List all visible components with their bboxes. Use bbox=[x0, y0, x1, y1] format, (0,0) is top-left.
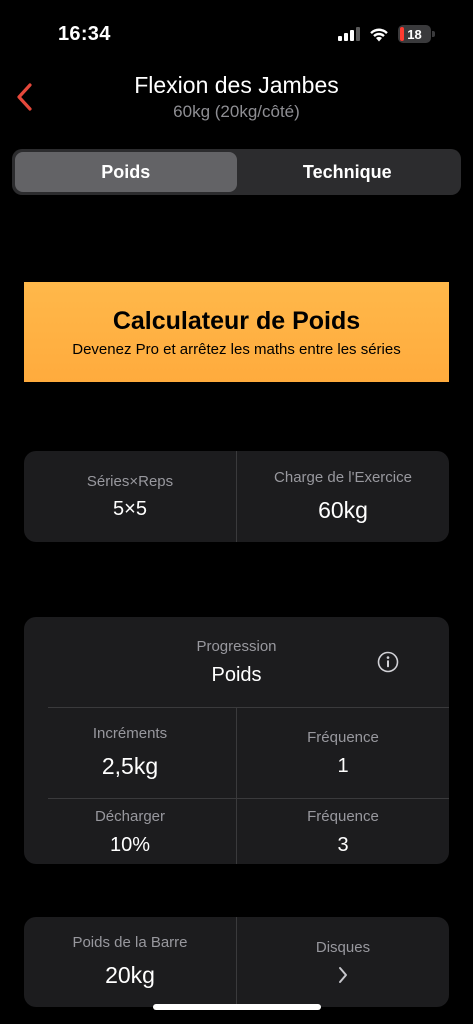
pro-upgrade-banner[interactable]: Calculateur de Poids Devenez Pro et arrê… bbox=[24, 282, 449, 382]
increments-cell[interactable]: Incréments 2,5kg bbox=[24, 725, 236, 780]
increments-value: 2,5kg bbox=[101, 753, 159, 779]
sets-reps-cell[interactable]: Séries×Reps 5×5 bbox=[24, 473, 236, 521]
summary-card: Séries×Reps 5×5 Charge de l'Exercice 60k… bbox=[24, 451, 449, 542]
sets-reps-value: 5×5 bbox=[113, 498, 147, 520]
tab-poids[interactable]: Poids bbox=[15, 152, 237, 192]
info-icon[interactable] bbox=[377, 651, 399, 673]
bar-card: Poids de la Barre 20kg Disques bbox=[24, 917, 449, 1007]
battery-level: 18 bbox=[407, 26, 422, 42]
chevron-right-icon bbox=[339, 967, 347, 983]
frequency-cell-1[interactable]: Fréquence 1 bbox=[237, 729, 449, 778]
battery-icon: 18 bbox=[398, 25, 435, 43]
load-cell[interactable]: Charge de l'Exercice 60kg bbox=[237, 469, 449, 524]
progression-card: Progression Poids Incréments 2,5kg Fréqu… bbox=[24, 617, 449, 864]
deload-cell[interactable]: Décharger 10% bbox=[24, 808, 236, 857]
home-indicator[interactable] bbox=[153, 1004, 321, 1010]
load-label: Charge de l'Exercice bbox=[274, 469, 412, 486]
plates-label: Disques bbox=[315, 939, 371, 956]
increments-label: Incréments bbox=[92, 725, 168, 742]
tab-technique[interactable]: Technique bbox=[237, 152, 459, 192]
promo-title: Calculateur de Poids bbox=[112, 306, 361, 335]
load-value: 60kg bbox=[318, 497, 368, 523]
frequency-label-2: Fréquence bbox=[307, 808, 379, 825]
frequency-value-2: 3 bbox=[337, 834, 349, 856]
signal-icon bbox=[338, 27, 360, 41]
promo-subtitle: Devenez Pro et arrêtez les maths entre l… bbox=[72, 340, 401, 358]
progression-value: Poids bbox=[211, 664, 262, 686]
deload-value: 10% bbox=[109, 834, 151, 856]
sets-reps-label: Séries×Reps bbox=[86, 473, 174, 490]
status-bar: 16:34 18 bbox=[0, 0, 473, 60]
bar-weight-cell[interactable]: Poids de la Barre 20kg bbox=[24, 934, 236, 989]
page-title: Flexion des Jambes bbox=[134, 72, 339, 98]
progression-label: Progression bbox=[196, 638, 277, 655]
bar-weight-value: 20kg bbox=[105, 962, 155, 988]
frequency-value-1: 1 bbox=[337, 755, 349, 777]
plates-cell[interactable]: Disques bbox=[237, 939, 449, 985]
status-time: 16:34 bbox=[58, 23, 111, 45]
page-subtitle: 60kg (20kg/côté) bbox=[173, 102, 300, 121]
frequency-cell-2[interactable]: Fréquence 3 bbox=[237, 808, 449, 857]
bar-weight-label: Poids de la Barre bbox=[72, 934, 188, 951]
status-icons: 18 bbox=[338, 25, 435, 43]
frequency-label-1: Fréquence bbox=[307, 729, 379, 746]
segmented-control: Poids Technique bbox=[12, 149, 461, 195]
deload-label: Décharger bbox=[94, 808, 166, 825]
wifi-icon bbox=[370, 28, 388, 41]
